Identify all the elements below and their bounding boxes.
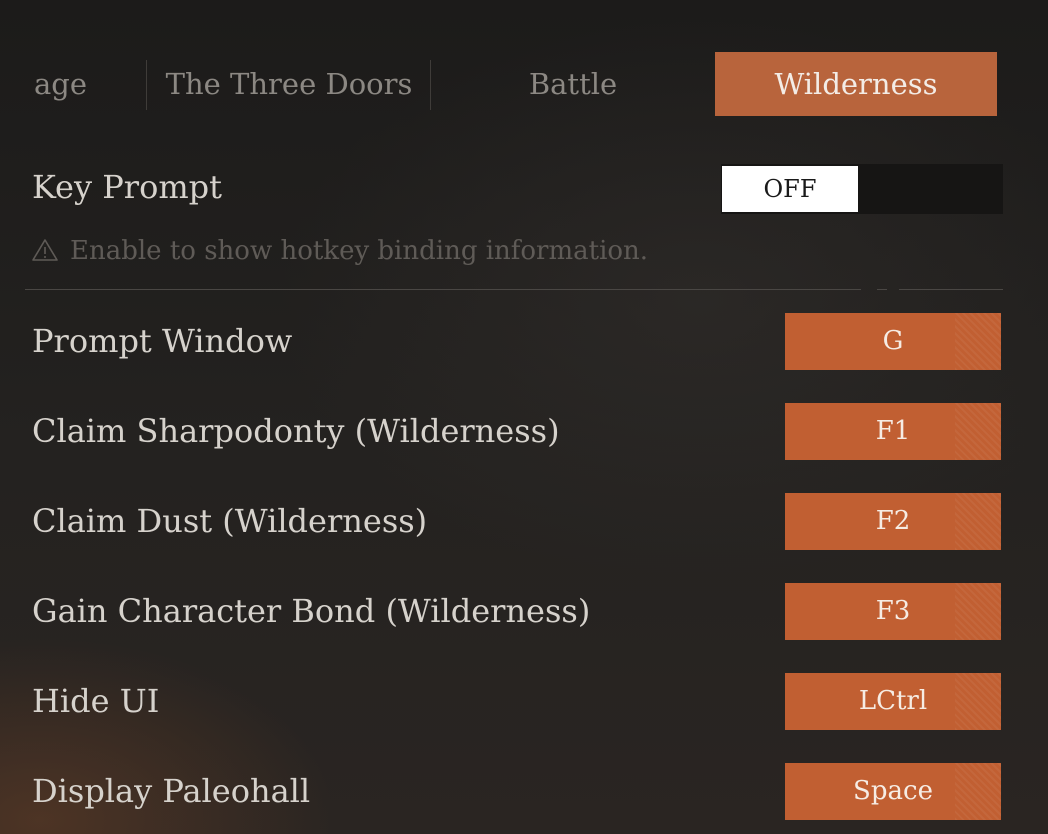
keybind-button-hide-ui[interactable]: LCtrl [785,673,1001,730]
section-divider [25,289,861,290]
tab-wilderness[interactable]: Wilderness [715,52,997,116]
section-divider-dash [877,289,887,290]
keybind-button-claim-sharpodonty[interactable]: F1 [785,403,1001,460]
tab-separator [146,60,147,110]
tab-language[interactable]: age [34,52,134,116]
binding-label-gain-character-bond: Gain Character Bond (Wilderness) [32,592,591,630]
toggle-state: OFF [722,166,858,212]
key-prompt-hint: Enable to show hotkey binding informatio… [32,236,648,266]
keybind-button-gain-character-bond[interactable]: F3 [785,583,1001,640]
binding-label-claim-sharpodonty: Claim Sharpodonty (Wilderness) [32,412,560,450]
tab-the-three-doors[interactable]: The Three Doors [150,52,428,116]
binding-label-hide-ui: Hide UI [32,682,160,720]
binding-label-claim-dust: Claim Dust (Wilderness) [32,502,428,540]
binding-label-display-paleohall: Display Paleohall [32,772,311,810]
tab-separator [430,60,431,110]
warning-icon [32,239,58,261]
key-prompt-toggle[interactable]: OFF [721,164,1003,214]
section-divider-end [899,289,1003,290]
category-tabs: age The Three Doors Battle Wilderness [0,52,1048,116]
hint-text: Enable to show hotkey binding informatio… [70,236,649,266]
binding-label-prompt-window: Prompt Window [32,322,293,360]
keybind-button-display-paleohall[interactable]: Space [785,763,1001,820]
tab-battle[interactable]: Battle [432,52,714,116]
key-prompt-label: Key Prompt [32,168,223,206]
keybind-button-claim-dust[interactable]: F2 [785,493,1001,550]
keybind-button-prompt-window[interactable]: G [785,313,1001,370]
